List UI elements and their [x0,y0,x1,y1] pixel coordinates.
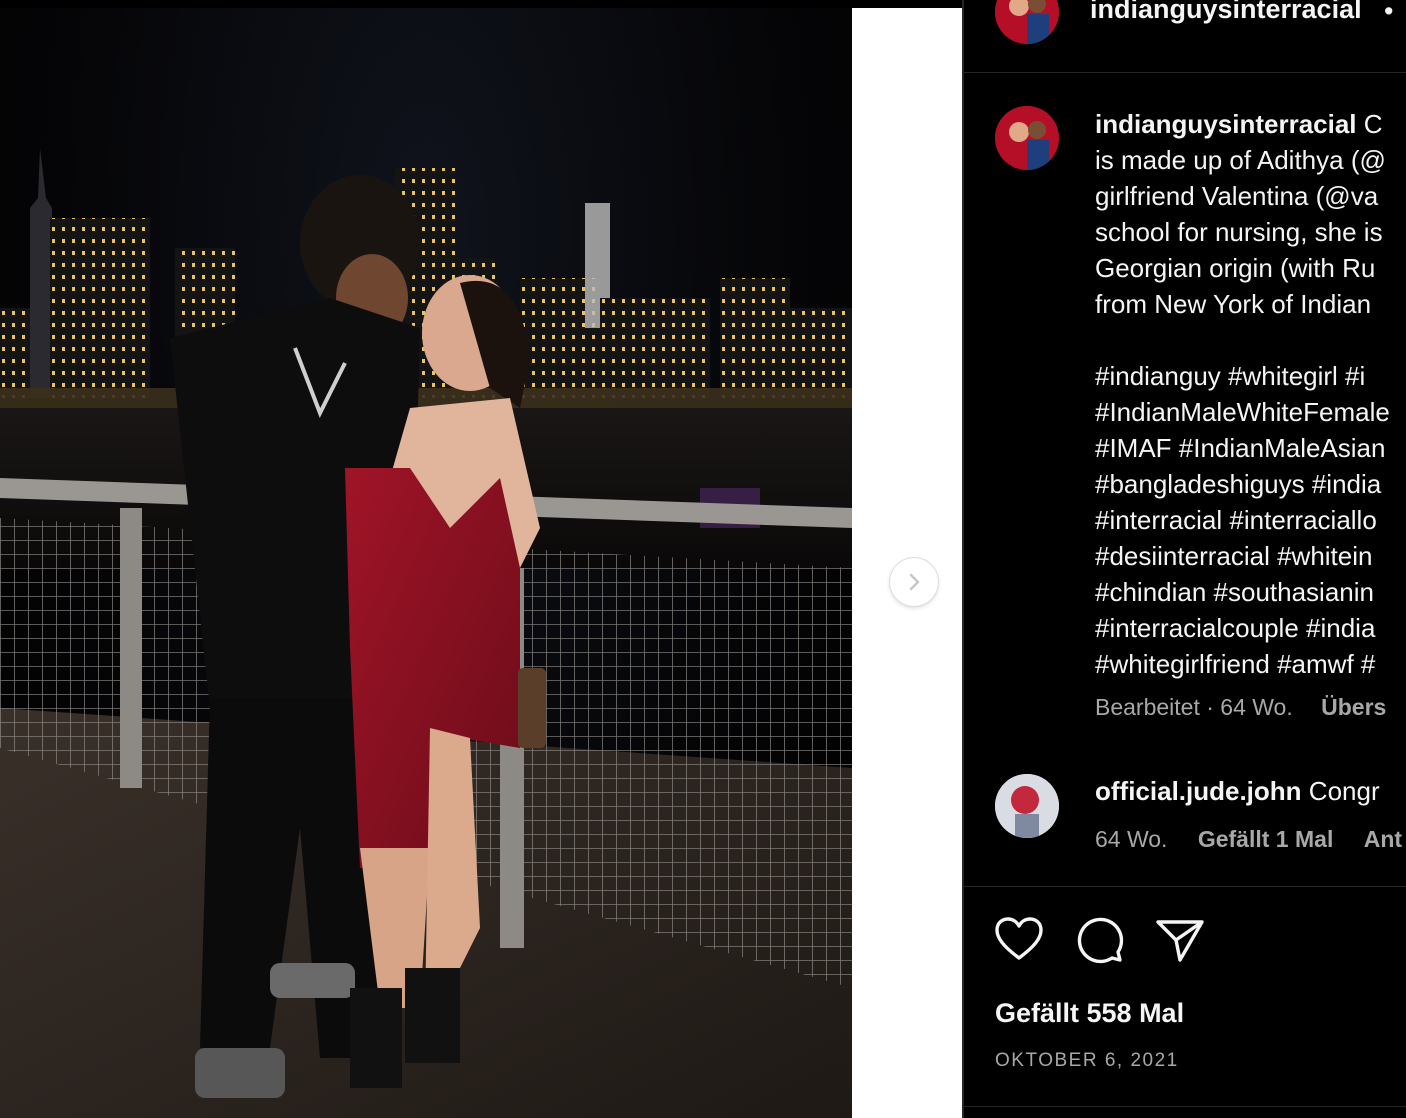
actions-divider [964,886,1406,887]
post-photo [0,8,852,1118]
city-skyline [0,148,852,410]
caption-username[interactable]: indianguysinterracial [1095,109,1357,139]
comment: official.jude.john Congr [1095,776,1380,807]
comment-icon [1077,917,1124,964]
hashtag-line[interactable]: #indianguy #whitegirl #i [1095,358,1390,394]
translate-link[interactable]: Übers [1321,694,1386,720]
share-button[interactable] [1154,914,1206,966]
hashtag-line[interactable]: #IMAF #IndianMaleAsian [1095,430,1390,466]
caption-meta: Bearbeitet · 64 Wo. Übers [1095,694,1386,721]
post-sidebar: indianguysinterracial • indianguysinterr… [964,0,1406,1118]
comment-button[interactable] [1074,914,1126,966]
photo-scene [0,148,852,1118]
hashtag-line[interactable]: #chindian #southasianin [1095,574,1390,610]
like-count[interactable]: Gefällt 558 Mal [995,998,1184,1029]
heart-icon [995,917,1043,960]
send-icon [1156,920,1204,962]
caption-line: indianguysinterracial C [1095,109,1383,139]
hashtag-line[interactable]: #interracialcouple #india [1095,610,1390,646]
hashtag-line[interactable]: #desiinterracial #whitein [1095,538,1390,574]
caption-line: from New York of Indian [1095,289,1372,319]
caption-line: school for nursing, she is [1095,217,1383,247]
commenter-avatar[interactable] [995,774,1059,838]
chevron-right-icon [909,573,920,591]
caption-edited-age: Bearbeitet · 64 Wo. [1095,694,1293,720]
author-avatar[interactable] [995,0,1059,44]
comment-reply-button[interactable]: Ant [1364,826,1402,852]
author-username[interactable]: indianguysinterracial [1090,0,1362,25]
next-photo-button[interactable] [890,558,938,606]
comment-text: Congr [1308,776,1380,806]
hashtag-line[interactable]: #interracial #interraciallo [1095,502,1390,538]
comment-meta: 64 Wo. Gefällt 1 Mal Ant [1095,826,1402,853]
caption-line: is made up of Adithya (@ [1095,145,1386,175]
comment-likes[interactable]: Gefällt 1 Mal [1198,826,1333,852]
post-date: OKTOBER 6, 2021 [995,1050,1179,1071]
caption-avatar[interactable] [995,106,1059,170]
hashtag-line[interactable]: #IndianMaleWhiteFemale [1095,394,1390,430]
caption-line: girlfriend Valentina (@va [1095,181,1379,211]
post-header: indianguysinterracial • [964,0,1406,73]
like-button[interactable] [993,914,1045,966]
hashtag-line[interactable]: #bangladeshiguys #india [1095,466,1390,502]
post-caption: indianguysinterracial C is made up of Ad… [1095,106,1406,322]
commenter-username[interactable]: official.jude.john [1095,776,1302,806]
comment-age: 64 Wo. [1095,826,1168,852]
bottom-divider [964,1106,1406,1107]
hashtag-line[interactable]: #whitegirlfriend #amwf # [1095,646,1390,682]
hashtags: #indianguy #whitegirl #i #IndianMaleWhit… [1095,358,1390,682]
header-separator: • [1384,0,1394,26]
caption-line: Georgian origin (with Ru [1095,253,1376,283]
